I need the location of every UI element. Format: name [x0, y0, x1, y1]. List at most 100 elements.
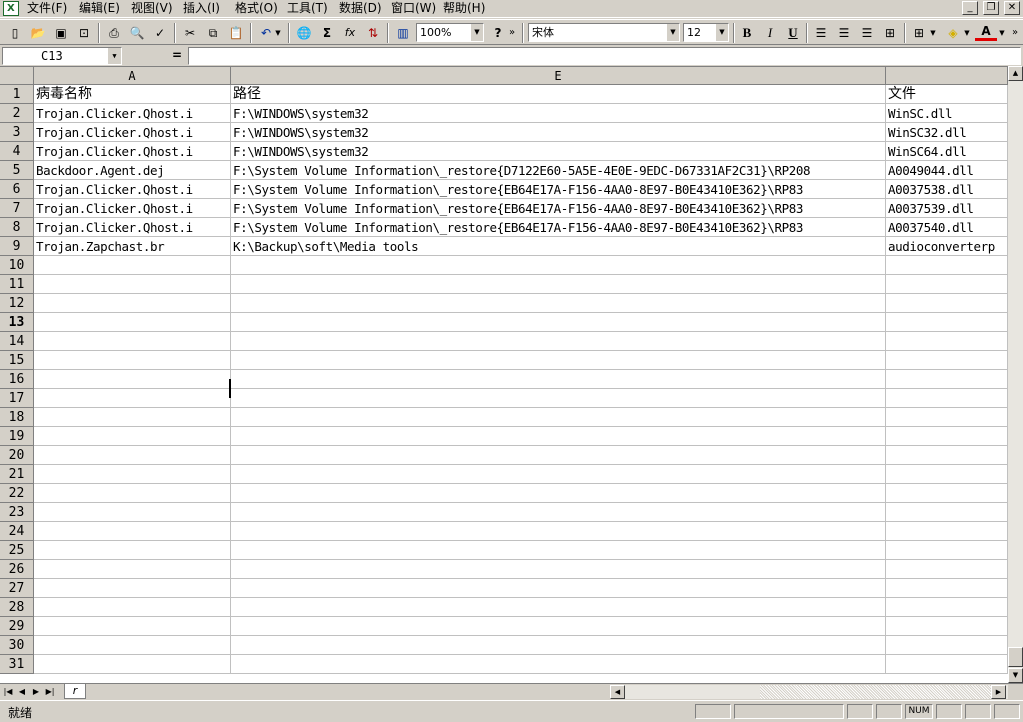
- table-cell[interactable]: [34, 636, 231, 655]
- table-cell[interactable]: A0037538.dll: [886, 180, 1008, 199]
- chevron-down-icon[interactable]: ▼: [470, 24, 483, 41]
- row-header[interactable]: 5: [0, 161, 34, 180]
- table-cell[interactable]: [231, 503, 886, 522]
- new-icon[interactable]: ▯: [4, 23, 26, 43]
- chevron-down-icon[interactable]: ▼: [715, 24, 728, 41]
- scroll-up-icon[interactable]: ▲: [1008, 66, 1023, 81]
- sort-icon[interactable]: ⇅: [362, 23, 384, 43]
- row-header[interactable]: 22: [0, 484, 34, 503]
- menu-item[interactable]: 插入(I): [183, 1, 220, 16]
- table-cell[interactable]: [231, 636, 886, 655]
- font-color-icon[interactable]: A: [975, 23, 997, 41]
- vertical-scrollbar[interactable]: ▲ ▼: [1008, 66, 1023, 683]
- prev-sheet-icon[interactable]: ◀: [16, 685, 28, 698]
- horizontal-scrollbar[interactable]: ◀ ▶: [610, 685, 1008, 699]
- borders-icon[interactable]: ⊞: [908, 23, 930, 43]
- row-header[interactable]: 1: [0, 85, 34, 104]
- table-cell[interactable]: [886, 655, 1008, 674]
- chevron-down-icon[interactable]: ▼: [108, 48, 121, 64]
- table-cell[interactable]: [886, 294, 1008, 313]
- print-icon[interactable]: ⎙: [103, 23, 125, 43]
- table-cell[interactable]: [231, 427, 886, 446]
- table-cell[interactable]: [886, 522, 1008, 541]
- table-cell[interactable]: [886, 465, 1008, 484]
- table-cell[interactable]: A0049044.dll: [886, 161, 1008, 180]
- table-cell[interactable]: [34, 579, 231, 598]
- row-header[interactable]: 24: [0, 522, 34, 541]
- row-header[interactable]: 25: [0, 541, 34, 560]
- table-cell[interactable]: [231, 598, 886, 617]
- row-header[interactable]: 30: [0, 636, 34, 655]
- undo-dropdown-icon[interactable]: ▼: [272, 23, 284, 43]
- row-header[interactable]: 2: [0, 104, 34, 123]
- scroll-left-icon[interactable]: ◀: [610, 685, 625, 699]
- table-cell[interactable]: [34, 522, 231, 541]
- last-sheet-icon[interactable]: ▶|: [44, 685, 56, 698]
- row-header[interactable]: 21: [0, 465, 34, 484]
- table-cell[interactable]: [34, 294, 231, 313]
- table-cell[interactable]: F:\WINDOWS\system32: [231, 104, 886, 123]
- table-cell[interactable]: audioconverterp: [886, 237, 1008, 256]
- menu-item[interactable]: 文件(F): [27, 1, 67, 16]
- table-cell[interactable]: Backdoor.Agent.dej: [34, 161, 231, 180]
- row-header[interactable]: 12: [0, 294, 34, 313]
- table-cell[interactable]: [34, 332, 231, 351]
- table-cell[interactable]: F:\System Volume Information\_restore{EB…: [231, 218, 886, 237]
- hyperlink-icon[interactable]: 🌐: [293, 23, 315, 43]
- table-cell[interactable]: [34, 446, 231, 465]
- menu-item[interactable]: 帮助(H): [443, 1, 485, 16]
- table-cell[interactable]: [886, 275, 1008, 294]
- fill-color-icon[interactable]: ◈: [942, 23, 964, 43]
- table-cell[interactable]: [231, 332, 886, 351]
- next-sheet-icon[interactable]: ▶: [30, 685, 42, 698]
- table-cell[interactable]: [231, 465, 886, 484]
- table-cell[interactable]: [231, 275, 886, 294]
- table-cell[interactable]: [231, 655, 886, 674]
- menu-item[interactable]: 工具(T): [287, 1, 328, 16]
- row-header[interactable]: 8: [0, 218, 34, 237]
- table-cell[interactable]: [34, 256, 231, 275]
- table-cell[interactable]: [231, 408, 886, 427]
- function-icon[interactable]: fx: [339, 23, 361, 43]
- table-cell[interactable]: [231, 389, 886, 408]
- formula-equals[interactable]: =: [172, 48, 182, 62]
- table-cell[interactable]: [886, 332, 1008, 351]
- table-cell[interactable]: [886, 408, 1008, 427]
- table-cell[interactable]: [34, 465, 231, 484]
- table-cell[interactable]: Trojan.Clicker.Qhost.i: [34, 199, 231, 218]
- italic-icon[interactable]: I: [759, 23, 781, 43]
- font-size-select[interactable]: 12 ▼: [683, 23, 729, 42]
- underline-icon[interactable]: U: [782, 23, 804, 43]
- table-cell[interactable]: [34, 484, 231, 503]
- table-cell[interactable]: F:\System Volume Information\_restore{EB…: [231, 199, 886, 218]
- menu-item[interactable]: 窗口(W): [391, 1, 436, 16]
- close-button[interactable]: ✕: [1004, 1, 1020, 15]
- horizontal-scroll-thumb[interactable]: [760, 685, 995, 699]
- name-box[interactable]: C13 ▼: [2, 47, 122, 65]
- spelling-icon[interactable]: ✓: [149, 23, 171, 43]
- row-header[interactable]: 14: [0, 332, 34, 351]
- table-cell[interactable]: [231, 446, 886, 465]
- menu-item[interactable]: 视图(V): [131, 1, 173, 16]
- align-left-icon[interactable]: ☰: [810, 23, 832, 43]
- table-cell[interactable]: [231, 579, 886, 598]
- open-icon[interactable]: 📂: [27, 23, 49, 43]
- minimize-button[interactable]: _: [962, 1, 978, 15]
- menu-item[interactable]: 编辑(E): [79, 1, 120, 16]
- table-cell[interactable]: [231, 256, 886, 275]
- table-cell[interactable]: F:\System Volume Information\_restore{D7…: [231, 161, 886, 180]
- toolbar-options-icon[interactable]: »: [505, 23, 519, 43]
- table-cell[interactable]: [231, 370, 886, 389]
- paste-icon[interactable]: 📋: [225, 23, 247, 43]
- permission-icon[interactable]: ⊡: [73, 23, 95, 43]
- table-cell[interactable]: [231, 541, 886, 560]
- table-cell[interactable]: WinSC.dll: [886, 104, 1008, 123]
- formula-input[interactable]: [188, 47, 1021, 65]
- row-header[interactable]: 4: [0, 142, 34, 161]
- print-preview-icon[interactable]: 🔍: [126, 23, 148, 43]
- table-cell[interactable]: K:\Backup\soft\Media tools: [231, 237, 886, 256]
- row-header[interactable]: 13: [0, 313, 34, 332]
- row-header[interactable]: 9: [0, 237, 34, 256]
- column-header-f[interactable]: [886, 67, 1008, 85]
- table-cell[interactable]: Trojan.Clicker.Qhost.i: [34, 180, 231, 199]
